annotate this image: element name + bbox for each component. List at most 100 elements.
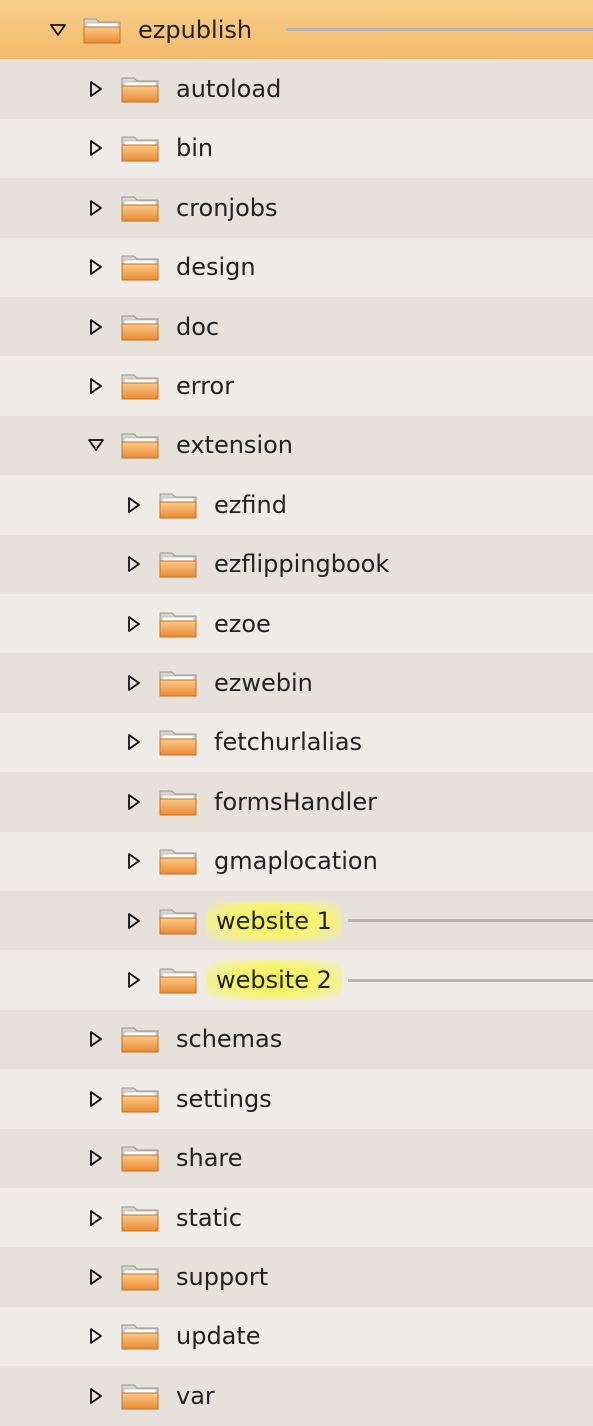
tree-row-doc[interactable]: doc bbox=[0, 297, 593, 357]
tree-row-label: static bbox=[176, 1203, 242, 1232]
tree-row-label: ezoe bbox=[214, 609, 271, 638]
callout-line bbox=[347, 978, 593, 982]
folder-tree: ezpublish autoload bin cronjobs design doc err… bbox=[0, 0, 593, 1426]
folder-icon bbox=[120, 1320, 162, 1352]
tree-row-label: design bbox=[176, 253, 256, 282]
tree-row-support[interactable]: support bbox=[0, 1247, 593, 1307]
triangle-right-icon[interactable] bbox=[124, 673, 144, 693]
tree-row-label: support bbox=[176, 1263, 269, 1292]
folder-icon bbox=[120, 370, 162, 402]
folder-icon bbox=[120, 311, 162, 343]
folder-icon bbox=[158, 608, 200, 640]
triangle-right-icon[interactable] bbox=[86, 257, 106, 277]
folder-icon bbox=[158, 667, 200, 699]
triangle-right-icon[interactable] bbox=[124, 970, 144, 990]
triangle-right-icon[interactable] bbox=[86, 138, 106, 158]
tree-row-label: cronjobs bbox=[176, 193, 278, 222]
triangle-right-icon[interactable] bbox=[86, 79, 106, 99]
triangle-right-icon[interactable] bbox=[124, 554, 144, 574]
tree-row-label: ezfind bbox=[214, 490, 287, 519]
triangle-down-icon[interactable] bbox=[86, 435, 106, 455]
triangle-down-icon[interactable] bbox=[48, 20, 68, 40]
tree-row-label: extension bbox=[176, 431, 293, 460]
tree-row-update[interactable]: update bbox=[0, 1306, 593, 1367]
folder-icon bbox=[158, 964, 200, 996]
tree-row-var[interactable]: var bbox=[0, 1366, 593, 1426]
tree-row-label: doc bbox=[176, 312, 220, 341]
tree-row-settings[interactable]: settings bbox=[0, 1069, 593, 1129]
triangle-right-icon[interactable] bbox=[124, 732, 144, 752]
triangle-right-icon[interactable] bbox=[124, 792, 144, 812]
tree-row-gmaplocation[interactable]: gmaplocation bbox=[0, 831, 593, 891]
folder-icon bbox=[158, 726, 200, 758]
tree-row-cronjobs[interactable]: cronjobs bbox=[0, 178, 593, 238]
callout-line bbox=[286, 28, 593, 32]
tree-row-label: error bbox=[176, 372, 235, 401]
tree-row-label: share bbox=[176, 1144, 243, 1173]
tree-row-label: bin bbox=[176, 134, 214, 163]
callout-line bbox=[347, 919, 593, 923]
tree-row-ezfind[interactable]: ezfind bbox=[0, 475, 593, 535]
triangle-right-icon[interactable] bbox=[124, 614, 144, 634]
tree-row-ezwebin[interactable]: ezwebin bbox=[0, 653, 593, 713]
tree-row-label: schemas bbox=[176, 1025, 283, 1054]
tree-row-extension[interactable]: extension bbox=[0, 415, 593, 476]
tree-row-ezpublish[interactable]: ezpublish bbox=[0, 0, 593, 60]
triangle-right-icon[interactable] bbox=[86, 1148, 106, 1168]
triangle-right-icon[interactable] bbox=[124, 495, 144, 515]
tree-row-static[interactable]: static bbox=[0, 1188, 593, 1248]
tree-row-label: update bbox=[176, 1322, 261, 1351]
tree-row-ezflippingbook[interactable]: ezflippingbook bbox=[0, 534, 593, 594]
triangle-right-icon[interactable] bbox=[86, 198, 106, 218]
folder-icon bbox=[120, 132, 162, 164]
folder-icon bbox=[120, 1261, 162, 1293]
triangle-right-icon[interactable] bbox=[86, 1208, 106, 1228]
folder-icon bbox=[158, 489, 200, 521]
folder-icon bbox=[120, 1202, 162, 1234]
folder-icon bbox=[158, 845, 200, 877]
folder-icon bbox=[120, 251, 162, 283]
tree-row-schemas[interactable]: schemas bbox=[0, 1009, 593, 1070]
tree-row-label: website 1 bbox=[206, 900, 342, 941]
triangle-right-icon[interactable] bbox=[86, 1386, 106, 1406]
tree-row-label: settings bbox=[176, 1084, 272, 1113]
triangle-right-icon[interactable] bbox=[86, 376, 106, 396]
tree-row-fetchurlalias[interactable]: fetchurlalias bbox=[0, 712, 593, 773]
tree-row-label: var bbox=[176, 1381, 215, 1410]
folder-icon bbox=[82, 14, 124, 46]
tree-row-label: gmaplocation bbox=[214, 847, 378, 876]
triangle-right-icon[interactable] bbox=[86, 317, 106, 337]
tree-row-error[interactable]: error bbox=[0, 356, 593, 416]
folder-icon bbox=[158, 548, 200, 580]
tree-row-label: ezflippingbook bbox=[214, 550, 390, 579]
folder-icon bbox=[120, 192, 162, 224]
folder-icon bbox=[120, 1083, 162, 1115]
tree-row-label: website 2 bbox=[206, 960, 342, 1001]
triangle-right-icon[interactable] bbox=[86, 1029, 106, 1049]
tree-row-formshandler[interactable]: formsHandler bbox=[0, 772, 593, 832]
triangle-right-icon[interactable] bbox=[86, 1267, 106, 1287]
tree-row-label: autoload bbox=[176, 75, 282, 104]
triangle-right-icon[interactable] bbox=[124, 851, 144, 871]
tree-row-label: fetchurlalias bbox=[214, 728, 363, 757]
triangle-right-icon[interactable] bbox=[124, 911, 144, 931]
tree-row-website-1[interactable]: website 1 bbox=[0, 891, 593, 951]
tree-row-share[interactable]: share bbox=[0, 1128, 593, 1188]
folder-icon bbox=[158, 905, 200, 937]
tree-row-design[interactable]: design bbox=[0, 237, 593, 297]
folder-icon bbox=[120, 1142, 162, 1174]
tree-row-label: ezpublish bbox=[138, 15, 253, 44]
triangle-right-icon[interactable] bbox=[86, 1326, 106, 1346]
folder-icon bbox=[120, 429, 162, 461]
tree-row-website-2[interactable]: website 2 bbox=[0, 950, 593, 1010]
tree-row-autoload[interactable]: autoload bbox=[0, 59, 593, 119]
folder-icon bbox=[120, 1380, 162, 1412]
tree-row-label: formsHandler bbox=[214, 787, 377, 816]
folder-icon bbox=[120, 1023, 162, 1055]
tree-row-label: ezwebin bbox=[214, 669, 313, 698]
tree-row-ezoe[interactable]: ezoe bbox=[0, 594, 593, 654]
tree-row-bin[interactable]: bin bbox=[0, 118, 593, 179]
triangle-right-icon[interactable] bbox=[86, 1089, 106, 1109]
folder-icon bbox=[158, 786, 200, 818]
folder-icon bbox=[120, 73, 162, 105]
